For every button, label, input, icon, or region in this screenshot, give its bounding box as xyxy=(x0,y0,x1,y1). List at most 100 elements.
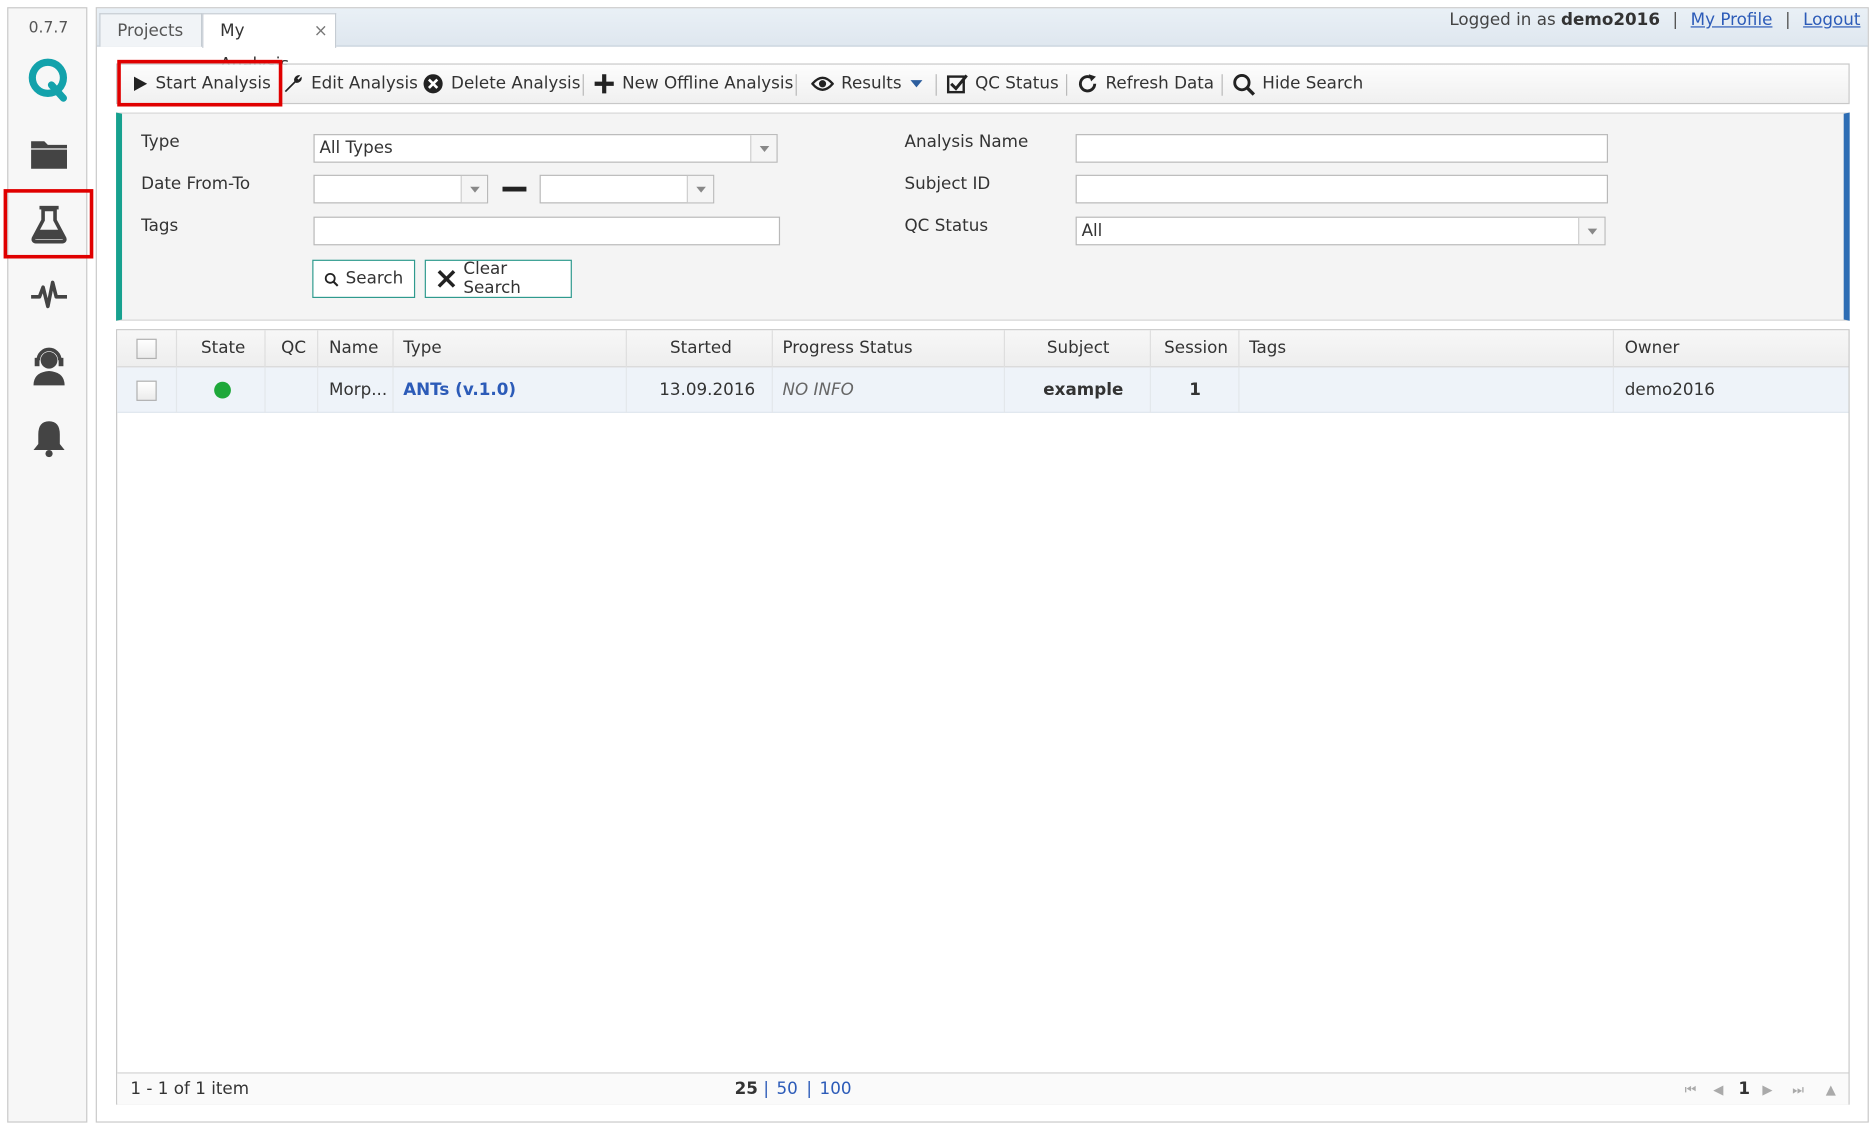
search-icon xyxy=(1233,73,1256,96)
page-size-100[interactable]: 100 xyxy=(820,1074,852,1106)
cell-owner: demo2016 xyxy=(1624,380,1715,400)
user-info: Logged in as demo2016 | My Profile | Log… xyxy=(1449,11,1860,30)
column-divider xyxy=(264,367,266,413)
flask-icon[interactable] xyxy=(3,189,94,259)
analysis-name-input[interactable] xyxy=(1075,134,1609,163)
column-header-progress-status[interactable]: Progress Status xyxy=(782,330,912,367)
analysis-grid: State QC Name Type Started Progress Stat… xyxy=(116,329,1850,1105)
prev-page-icon[interactable]: ◀ xyxy=(1713,1074,1723,1106)
qc-status-filter-label: QC Status xyxy=(904,216,989,236)
column-divider xyxy=(1003,330,1006,368)
checkbox-checked-icon xyxy=(946,74,968,94)
last-page-icon[interactable]: ⏭ xyxy=(1792,1074,1804,1106)
scroll-top-icon[interactable]: ▲ xyxy=(1826,1074,1836,1106)
cell-name: Morp... xyxy=(329,380,388,400)
type-select[interactable]: All Types xyxy=(313,134,778,163)
column-divider xyxy=(625,367,627,413)
logo-q-icon[interactable] xyxy=(8,49,88,111)
close-icon[interactable]: × xyxy=(314,14,328,48)
page-size-25[interactable]: 25 xyxy=(735,1074,758,1106)
version-label: 0.7.7 xyxy=(28,19,69,38)
column-header-type[interactable]: Type xyxy=(403,330,441,367)
select-all-checkbox[interactable] xyxy=(136,338,157,360)
tags-input[interactable] xyxy=(313,216,781,246)
column-header-session[interactable]: Session xyxy=(1164,330,1228,367)
qc-status-button[interactable]: QC Status xyxy=(946,65,1059,103)
new-offline-analysis-label: New Offline Analysis xyxy=(622,74,794,94)
tab-projects[interactable]: Projects xyxy=(99,13,203,47)
cell-type-link[interactable]: ANTs (v.1.0) xyxy=(403,367,516,412)
qc-status-select[interactable]: All xyxy=(1075,216,1606,246)
column-header-name[interactable]: Name xyxy=(329,330,378,367)
search-button[interactable]: Search xyxy=(312,259,416,299)
column-header-tags[interactable]: Tags xyxy=(1249,330,1286,367)
column-divider xyxy=(317,367,319,413)
bell-icon[interactable] xyxy=(8,407,88,469)
my-profile-link[interactable]: My Profile xyxy=(1691,11,1773,30)
clear-search-button[interactable]: Clear Search xyxy=(424,259,572,299)
folder-icon[interactable] xyxy=(8,121,88,183)
tags-label: Tags xyxy=(141,216,179,236)
tab-projects-label: Projects xyxy=(117,21,184,41)
toolbar-divider xyxy=(582,74,584,96)
column-divider xyxy=(317,330,319,368)
clear-search-label: Clear Search xyxy=(463,259,521,299)
cell-progress-status: NO INFO xyxy=(782,380,854,400)
current-page: 1 xyxy=(1738,1079,1751,1099)
edit-analysis-button[interactable]: Edit Analysis xyxy=(282,65,418,103)
hide-search-button[interactable]: Hide Search xyxy=(1232,65,1363,103)
column-header-owner[interactable]: Owner xyxy=(1625,330,1680,367)
first-page-icon[interactable]: ⏮ xyxy=(1685,1074,1697,1106)
subject-id-label: Subject ID xyxy=(904,174,991,194)
chevron-down-icon[interactable] xyxy=(460,175,487,203)
start-analysis-button[interactable]: Start Analysis xyxy=(132,65,271,103)
table-row[interactable]: Morp... ANTs (v.1.0) 13.09.2016 NO INFO … xyxy=(117,367,1849,413)
grid-header: State QC Name Type Started Progress Stat… xyxy=(117,330,1849,368)
edit-analysis-label: Edit Analysis xyxy=(311,74,418,94)
refresh-data-button[interactable]: Refresh Data xyxy=(1077,65,1214,103)
column-header-state[interactable]: State xyxy=(201,330,245,367)
new-offline-analysis-button[interactable]: New Offline Analysis xyxy=(593,65,793,103)
username: demo2016 xyxy=(1561,10,1660,30)
type-label: Type xyxy=(141,132,180,152)
logout-link[interactable]: Logout xyxy=(1803,11,1860,30)
qc-status-select-value: All xyxy=(1081,221,1103,241)
toolbar-divider xyxy=(935,74,937,96)
cell-subject: example xyxy=(1043,380,1124,400)
cell-session: 1 xyxy=(1189,380,1201,400)
column-divider xyxy=(771,367,773,413)
refresh-data-label: Refresh Data xyxy=(1105,74,1215,94)
column-divider xyxy=(1238,330,1240,368)
column-header-subject[interactable]: Subject xyxy=(1047,330,1110,367)
delete-analysis-button[interactable]: Delete Analysis xyxy=(422,65,580,103)
column-divider xyxy=(1149,330,1151,368)
column-header-started[interactable]: Started xyxy=(670,330,732,367)
refresh-icon xyxy=(1078,74,1097,93)
chevron-down-icon[interactable] xyxy=(1578,217,1605,245)
results-dropdown-button[interactable]: Results xyxy=(811,65,923,103)
column-divider xyxy=(1612,367,1614,413)
column-divider xyxy=(1612,330,1614,368)
tab-my-analysis[interactable]: My Analysis × xyxy=(202,13,337,74)
row-checkbox[interactable] xyxy=(136,380,157,401)
delete-analysis-label: Delete Analysis xyxy=(451,74,581,94)
column-header-qc[interactable]: QC xyxy=(281,330,306,367)
cell-started: 13.09.2016 xyxy=(659,380,756,400)
separator: | xyxy=(1784,10,1791,30)
results-label: Results xyxy=(841,74,902,94)
next-page-icon[interactable]: ▶ xyxy=(1762,1074,1772,1106)
date-to-field[interactable] xyxy=(539,174,715,204)
close-icon xyxy=(437,270,456,288)
date-from-field[interactable] xyxy=(313,174,489,204)
toolbar-divider xyxy=(1066,74,1068,96)
plus-icon xyxy=(594,74,614,94)
search-icon xyxy=(324,272,339,286)
column-divider xyxy=(175,367,178,413)
chevron-down-icon xyxy=(909,80,922,88)
page-size-50[interactable]: 50 xyxy=(776,1074,797,1106)
subject-id-input[interactable] xyxy=(1075,174,1609,204)
support-agent-icon[interactable] xyxy=(8,335,88,397)
pulse-icon[interactable] xyxy=(8,264,88,326)
chevron-down-icon[interactable] xyxy=(750,135,777,162)
chevron-down-icon[interactable] xyxy=(686,175,714,203)
